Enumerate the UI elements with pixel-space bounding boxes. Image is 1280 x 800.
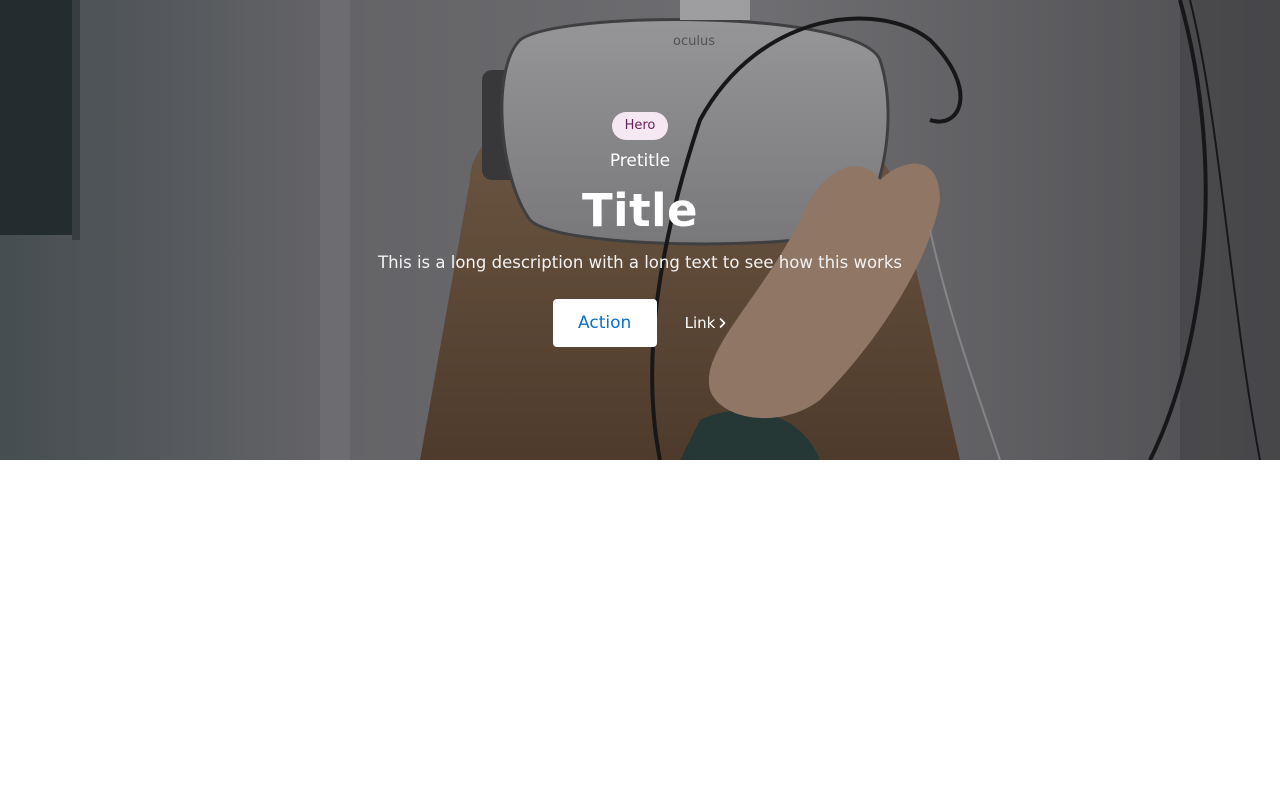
hero-title: Title: [581, 184, 699, 237]
hero-link[interactable]: Link: [685, 314, 728, 332]
page-body: [0, 460, 1280, 800]
action-button[interactable]: Action: [552, 299, 657, 347]
hero-pretitle: Pretitle: [609, 151, 671, 171]
hero-badge: Hero: [611, 112, 669, 140]
hero-actions: Action Link: [552, 299, 728, 347]
hero-description: This is a long description with a long t…: [378, 253, 902, 272]
hero-content: Hero Pretitle Title This is a long descr…: [0, 112, 1280, 347]
action-button-label: Action: [578, 313, 632, 333]
hero-section: oculus Hero Pretitle Title This is a lon…: [0, 0, 1280, 460]
hero-link-label: Link: [684, 314, 716, 332]
chevron-right-icon: [720, 318, 726, 328]
